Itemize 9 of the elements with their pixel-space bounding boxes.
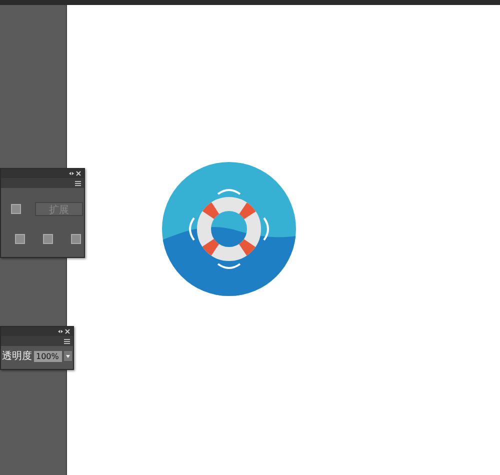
close-icon[interactable] bbox=[65, 329, 70, 334]
close-icon[interactable] bbox=[76, 171, 81, 176]
panel-menu-icon[interactable] bbox=[64, 338, 70, 344]
opacity-field[interactable]: 100% bbox=[34, 350, 62, 362]
collapse-icon[interactable] bbox=[69, 171, 74, 176]
dropdown-button[interactable] bbox=[64, 351, 72, 361]
opacity-label: 透明度 bbox=[2, 350, 32, 363]
panel-menu-icon[interactable] bbox=[75, 180, 81, 186]
collapse-icon[interactable] bbox=[58, 329, 63, 334]
